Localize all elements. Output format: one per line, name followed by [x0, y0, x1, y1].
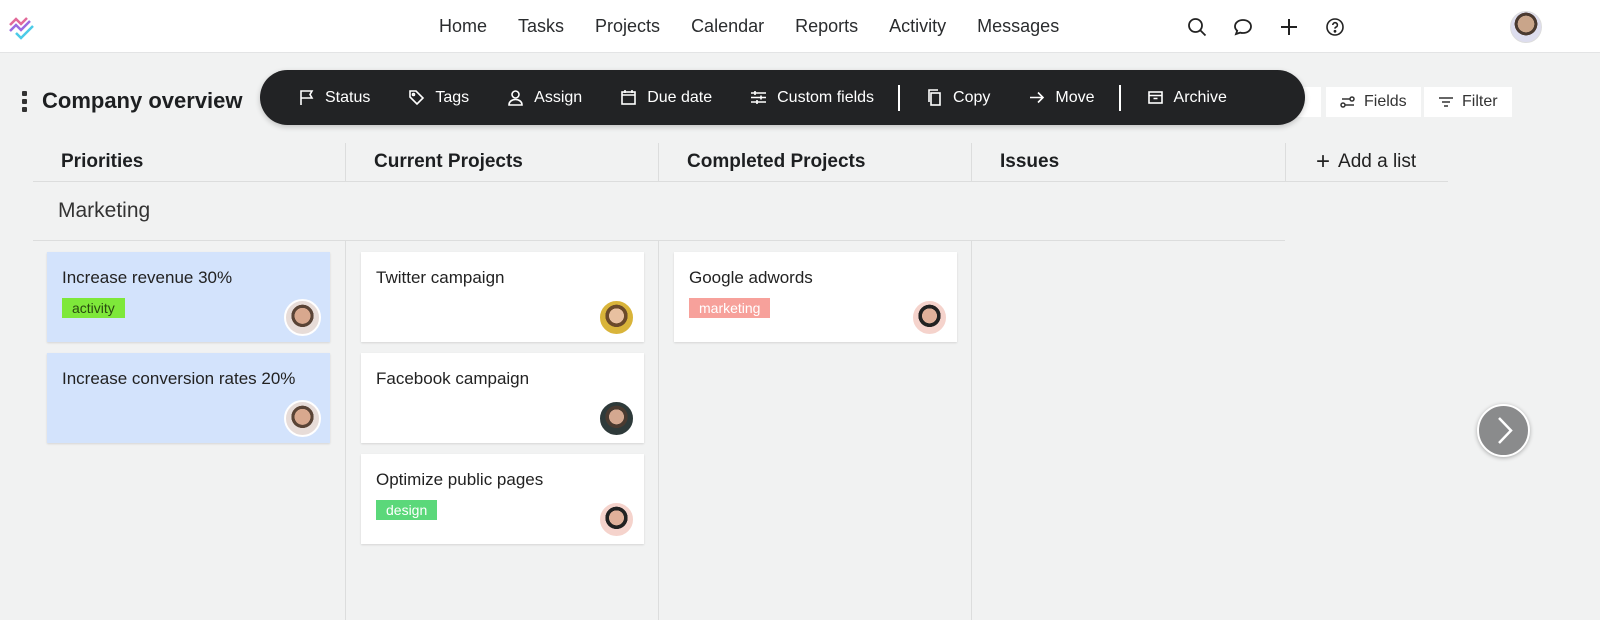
nav-home[interactable]: Home: [439, 16, 487, 37]
chevron-right-icon: [1498, 417, 1513, 444]
sliders-icon: [751, 91, 767, 104]
plus-icon[interactable]: [1278, 16, 1300, 38]
main-nav: Home Tasks Projects Calendar Reports Act…: [439, 0, 1059, 53]
card[interactable]: Increase conversion rates 20%: [47, 353, 330, 443]
nav-reports[interactable]: Reports: [795, 16, 858, 37]
column-header-issues[interactable]: Issues: [972, 143, 1286, 181]
assignee-avatar[interactable]: [598, 400, 635, 437]
card[interactable]: Facebook campaign: [361, 353, 644, 443]
tag-marketing: marketing: [689, 298, 771, 318]
card-title: Twitter campaign: [376, 268, 505, 287]
filter-label: Filter: [1462, 93, 1498, 110]
column-header-current-projects[interactable]: Current Projects: [346, 143, 659, 181]
bulk-action-toolbar: Status Tags Assign Due date Custom field…: [260, 70, 1305, 125]
card[interactable]: Twitter campaign: [361, 252, 644, 342]
divider: [345, 240, 346, 620]
card[interactable]: Google adwords marketing: [674, 252, 957, 342]
app-logo[interactable]: [8, 14, 38, 40]
nav-activity[interactable]: Activity: [889, 16, 946, 37]
top-navbar: Home Tasks Projects Calendar Reports Act…: [0, 0, 1600, 53]
nav-projects[interactable]: Projects: [595, 16, 660, 37]
assignee-avatar[interactable]: [598, 299, 635, 336]
archive-button[interactable]: Archive: [1147, 89, 1227, 107]
more-options-icon[interactable]: [22, 90, 28, 112]
tags-button[interactable]: Tags: [408, 89, 469, 107]
card-title: Facebook campaign: [376, 369, 530, 388]
assignee-avatar[interactable]: [284, 400, 321, 437]
due-date-label: Due date: [647, 88, 713, 106]
divider: [658, 240, 659, 620]
status-label: Status: [325, 88, 371, 106]
swimlane-title[interactable]: Marketing: [58, 199, 150, 223]
flag-icon: [300, 90, 314, 105]
fields-icon: [1340, 96, 1355, 108]
fields-label: Fields: [1364, 93, 1407, 110]
copy-button[interactable]: Copy: [926, 89, 990, 107]
add-list-label: Add a list: [1338, 151, 1417, 172]
archive-label: Archive: [1173, 88, 1227, 106]
custom-fields-button[interactable]: Custom fields: [750, 89, 874, 107]
help-icon[interactable]: [1324, 16, 1346, 38]
assignee-avatar[interactable]: [911, 299, 948, 336]
card-title: Optimize public pages: [376, 470, 544, 489]
tag-design: design: [376, 500, 438, 520]
custom-fields-label: Custom fields: [777, 88, 875, 106]
tag-activity: activity: [62, 298, 125, 318]
plus-icon: +: [1316, 148, 1331, 175]
assignee-avatar[interactable]: [284, 299, 321, 336]
divider: [33, 240, 1285, 241]
search-icon[interactable]: [1186, 16, 1208, 38]
status-button[interactable]: Status: [298, 89, 370, 107]
divider: [898, 84, 901, 111]
copy-label: Copy: [953, 88, 991, 106]
assign-button[interactable]: Assign: [507, 89, 582, 107]
card-title: Increase conversion rates 20%: [62, 369, 296, 388]
add-list-button[interactable]: + Add a list: [1316, 148, 1416, 176]
nav-calendar[interactable]: Calendar: [691, 16, 764, 37]
column-header-completed-projects[interactable]: Completed Projects: [659, 143, 972, 181]
nav-tasks[interactable]: Tasks: [518, 16, 564, 37]
due-date-button[interactable]: Due date: [620, 89, 712, 107]
move-button[interactable]: Move: [1028, 88, 1095, 107]
assign-label: Assign: [534, 88, 583, 106]
divider: [1118, 84, 1121, 111]
calendar-icon: [621, 90, 636, 105]
column-header-priorities[interactable]: Priorities: [33, 143, 346, 181]
filter-button[interactable]: Filter: [1424, 87, 1512, 117]
user-icon: [508, 90, 523, 106]
card[interactable]: Optimize public pages design: [361, 454, 644, 544]
card-title: Google adwords: [689, 268, 813, 287]
arrow-right-icon: [1030, 91, 1045, 104]
divider: [971, 240, 972, 620]
copy-icon: [928, 89, 941, 106]
fields-button[interactable]: Fields: [1326, 87, 1421, 117]
assignee-avatar[interactable]: [598, 501, 635, 538]
chat-icon[interactable]: [1232, 16, 1254, 38]
divider: [33, 181, 1448, 182]
tag-icon: [409, 90, 425, 106]
filter-icon: [1439, 97, 1453, 107]
move-label: Move: [1055, 88, 1095, 106]
user-avatar[interactable]: [1510, 11, 1542, 43]
page-title: Company overview: [42, 88, 243, 113]
nav-messages[interactable]: Messages: [977, 16, 1059, 37]
scroll-right-button[interactable]: [1477, 404, 1530, 457]
tags-label: Tags: [435, 88, 470, 106]
card[interactable]: Increase revenue 30% activity: [47, 252, 330, 342]
archive-icon: [1147, 91, 1163, 104]
card-title: Increase revenue 30%: [62, 268, 233, 287]
